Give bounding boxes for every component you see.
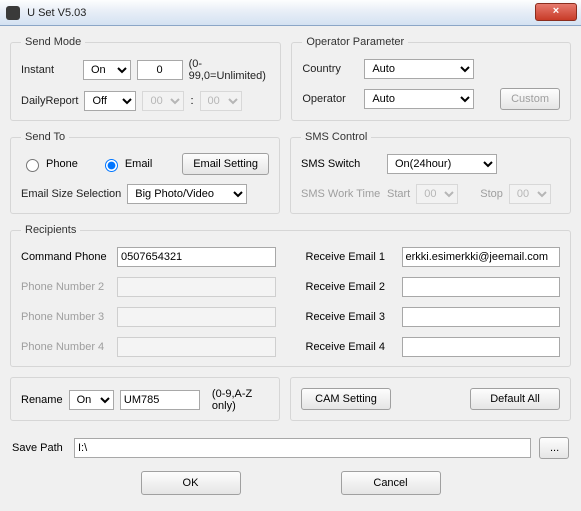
daily-min-select[interactable]: 00 (200, 91, 242, 111)
phone-radio-label: Phone (46, 158, 78, 170)
operator-label: Operator (302, 93, 358, 105)
sms-stop-label: Stop (480, 188, 503, 200)
rename-group: Rename On (0-9,A-Z only) (10, 377, 280, 421)
save-path-input[interactable] (74, 438, 531, 458)
phone3-label: Phone Number 3 (21, 311, 111, 323)
browse-button[interactable]: ... (539, 437, 569, 459)
daily-hour-select[interactable]: 00 (142, 91, 184, 111)
side-buttons-group: CAM Setting Default All (290, 377, 571, 421)
country-select[interactable]: Auto (364, 59, 474, 79)
email-size-label: Email Size Selection (21, 188, 121, 200)
email-setting-button[interactable]: Email Setting (182, 153, 269, 175)
phone2-label: Phone Number 2 (21, 281, 111, 293)
email4-input[interactable] (402, 337, 561, 357)
email2-label: Receive Email 2 (306, 281, 396, 293)
email2-input[interactable] (402, 277, 561, 297)
custom-button[interactable]: Custom (500, 88, 560, 110)
command-phone-input[interactable] (117, 247, 276, 267)
send-mode-group: Send Mode Instant On (0-99,0=Unlimited) … (10, 36, 281, 121)
country-label: Country (302, 63, 358, 75)
phone4-input[interactable] (117, 337, 276, 357)
phone2-input[interactable] (117, 277, 276, 297)
email1-label: Receive Email 1 (306, 251, 396, 263)
instant-hint: (0-99,0=Unlimited) (189, 58, 271, 82)
cancel-button[interactable]: Cancel (341, 471, 441, 495)
sms-stop-select[interactable]: 00 (509, 184, 551, 204)
sms-control-group: SMS Control SMS Switch On(24hour) SMS Wo… (290, 131, 571, 214)
email3-input[interactable] (402, 307, 561, 327)
send-to-legend: Send To (21, 131, 69, 143)
dailyreport-select[interactable]: Off (84, 91, 136, 111)
instant-select[interactable]: On (83, 60, 131, 80)
phone3-input[interactable] (117, 307, 276, 327)
phone4-label: Phone Number 4 (21, 341, 111, 353)
sms-worktime-label: SMS Work Time (301, 188, 381, 200)
command-phone-label: Command Phone (21, 251, 111, 263)
ok-button[interactable]: OK (141, 471, 241, 495)
send-mode-legend: Send Mode (21, 36, 85, 48)
phone-radio[interactable] (26, 159, 39, 172)
sms-switch-label: SMS Switch (301, 158, 381, 170)
dailyreport-label: DailyReport (21, 95, 78, 107)
email3-label: Receive Email 3 (306, 311, 396, 323)
operator-param-group: Operator Parameter Country Auto Operator… (291, 36, 571, 121)
email-radio-option[interactable]: Email (100, 156, 153, 172)
email4-label: Receive Email 4 (306, 341, 396, 353)
email-radio-label: Email (125, 158, 153, 170)
sms-control-legend: SMS Control (301, 131, 371, 143)
window-title: U Set V5.03 (27, 7, 86, 19)
titlebar: U Set V5.03 × (0, 0, 581, 26)
sms-switch-select[interactable]: On(24hour) (387, 154, 497, 174)
phone-radio-option[interactable]: Phone (21, 156, 78, 172)
sms-start-label: Start (387, 188, 410, 200)
time-separator: : (190, 95, 193, 107)
rename-mode-select[interactable]: On (69, 390, 114, 410)
operator-select[interactable]: Auto (364, 89, 474, 109)
close-icon: × (553, 5, 559, 17)
send-to-group: Send To Phone Email Email Setting Email … (10, 131, 280, 214)
email-radio[interactable] (105, 159, 118, 172)
rename-label: Rename (21, 394, 63, 406)
operator-param-legend: Operator Parameter (302, 36, 408, 48)
rename-hint: (0-9,A-Z only) (212, 388, 269, 412)
recipients-legend: Recipients (21, 224, 80, 236)
sms-start-select[interactable]: 00 (416, 184, 458, 204)
save-path-label: Save Path (12, 442, 66, 454)
cam-setting-button[interactable]: CAM Setting (301, 388, 391, 410)
email1-input[interactable] (402, 247, 561, 267)
rename-input[interactable] (120, 390, 200, 410)
default-all-button[interactable]: Default All (470, 388, 560, 410)
instant-label: Instant (21, 64, 77, 76)
instant-count-input[interactable] (137, 60, 183, 80)
recipients-group: Recipients Command Phone Phone Number 2 … (10, 224, 571, 367)
email-size-select[interactable]: Big Photo/Video (127, 184, 247, 204)
close-button[interactable]: × (535, 3, 577, 21)
app-icon (6, 6, 20, 20)
